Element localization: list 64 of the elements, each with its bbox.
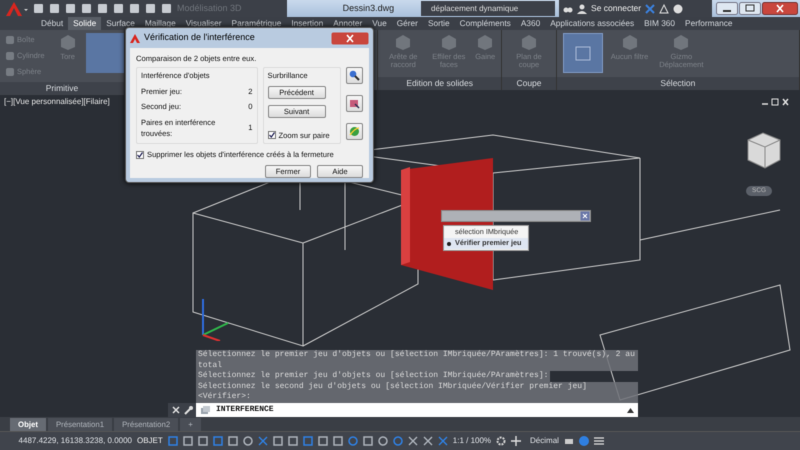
triangle-icon[interactable] [659, 4, 670, 14]
select-button[interactable] [346, 95, 363, 112]
app-logo-icon [130, 34, 140, 42]
circle-icon[interactable] [378, 436, 388, 446]
magnifier-icon [349, 70, 360, 82]
scale-dropdown[interactable]: 1:1 / 100% [452, 435, 492, 447]
globe-icon [349, 126, 360, 138]
ribbon-tab[interactable]: Solide [68, 17, 102, 30]
plus-icon[interactable] [511, 436, 522, 446]
panel-title: Coupe [502, 77, 556, 90]
checkbox[interactable] [268, 131, 276, 140]
panel-title: Edition de solides [378, 77, 502, 90]
layers-icon[interactable] [200, 406, 212, 414]
circle-icon[interactable] [578, 436, 589, 446]
zoom-button[interactable] [346, 67, 363, 84]
checkbox[interactable] [136, 150, 144, 159]
ribbon-tab[interactable]: Début [36, 17, 68, 30]
ribbon-tab[interactable]: Vue [367, 17, 392, 30]
dialog-title: Vérification de l'interférence [144, 31, 255, 44]
units-dropdown[interactable]: Décimal [530, 435, 559, 447]
ribbon-tab[interactable]: A360 [516, 17, 546, 30]
ribbon-tab[interactable]: Performance [680, 17, 738, 30]
circle-icon[interactable] [242, 436, 253, 446]
ribbon-tab[interactable]: Maillage [140, 17, 181, 30]
viewport-label[interactable]: [−][Vue personnalisée][Filaire] [4, 96, 110, 108]
minimize-icon[interactable] [716, 2, 738, 15]
ribbon-tab[interactable]: Compléments [454, 17, 516, 30]
model-space-button[interactable]: OBJET [137, 435, 163, 447]
command-line-field[interactable]: INTERFERENCE [196, 403, 638, 417]
search-field[interactable]: déplacement dynamique [421, 1, 556, 16]
command-text: INTERFERENCE [216, 404, 274, 416]
ribbon-tab[interactable]: Gérer [392, 17, 423, 30]
square-icon[interactable] [332, 436, 343, 446]
ribbon-tab[interactable]: Annoter [328, 17, 368, 30]
ribbon-tab[interactable]: BIM 360 [639, 17, 680, 30]
wrench-icon[interactable] [184, 406, 193, 414]
square-icon[interactable] [362, 436, 373, 446]
user-icon [577, 4, 588, 14]
maximize-icon[interactable] [739, 2, 761, 15]
square-icon[interactable] [288, 436, 298, 446]
viewport-controls-icon[interactable] [760, 98, 790, 106]
ribbon-tab[interactable]: Surface [101, 17, 140, 30]
prompt-input-field[interactable] [441, 210, 591, 222]
ribbon-tab[interactable]: Sortie [422, 17, 455, 30]
menu-icon[interactable] [594, 436, 604, 446]
close-icon[interactable] [762, 2, 798, 15]
panel-title: Primitive [0, 82, 124, 95]
coordinates-readout: 4487.4229, 16138.3238, 0.0000 [18, 435, 132, 447]
ribbon-tab[interactable]: Insertion [286, 17, 328, 30]
close-icon[interactable] [331, 32, 369, 44]
close-icon[interactable] [580, 211, 590, 221]
circle-icon[interactable] [348, 436, 358, 446]
ribbon-tab[interactable]: Visualiser [180, 17, 227, 30]
cross-icon[interactable] [258, 436, 268, 446]
ribbon-tab[interactable]: Paramétrique [226, 17, 286, 30]
shapes-icon [349, 98, 360, 110]
expand-up-icon[interactable] [627, 408, 634, 412]
circle-icon[interactable] [392, 436, 403, 446]
file-name: Dessin3.dwg [342, 2, 396, 15]
exchange-icon[interactable] [645, 4, 656, 14]
highlighted-tool-button[interactable] [562, 33, 603, 73]
ribbon-tab[interactable]: Applications associées [545, 17, 640, 30]
panel-title: Sélection [556, 77, 799, 90]
orbit-button[interactable] [346, 123, 363, 140]
